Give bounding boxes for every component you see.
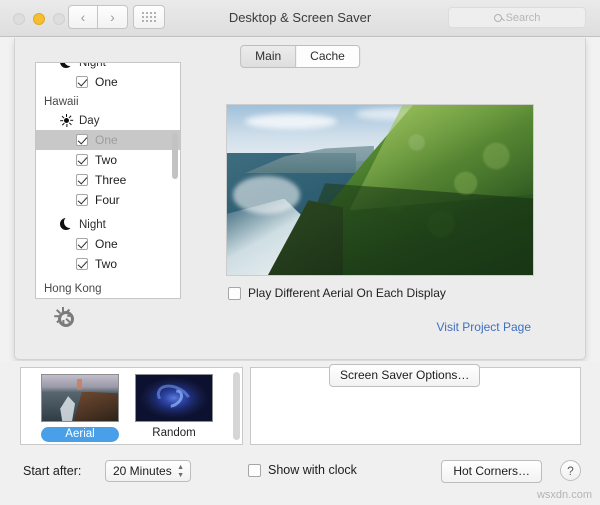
list-item[interactable]: Four: [36, 190, 180, 210]
checkbox-icon[interactable]: [76, 258, 88, 270]
list-item-label: Three: [95, 173, 127, 187]
random-thumbnail-image: [136, 375, 212, 421]
list-subheader-day: Day: [36, 111, 180, 130]
show-with-clock-label: Show with clock: [268, 463, 357, 477]
checkbox-icon[interactable]: [228, 286, 241, 300]
list-scrollbar[interactable]: [172, 133, 178, 179]
checkbox-icon[interactable]: [76, 154, 88, 166]
list-item[interactable]: Two: [36, 150, 180, 170]
search-icon: [493, 13, 502, 22]
list-item[interactable]: One: [36, 234, 180, 254]
list-item-label: One: [95, 75, 118, 89]
screensaver-label-random: Random: [152, 427, 196, 439]
screensaver-options-panel: Screen Saver Options…: [250, 364, 581, 445]
screensaver-bottom-controls: Start after: 20 Minutes ▲ ▼ Show with clo…: [0, 455, 600, 489]
search-input[interactable]: Search: [448, 7, 586, 28]
start-after-value: 20 Minutes: [113, 464, 172, 478]
list-item-label: One: [95, 237, 118, 251]
checkbox-icon[interactable]: [76, 194, 88, 206]
sheet-tabs: Main Cache: [240, 45, 360, 68]
list-item-label: Four: [95, 193, 120, 207]
preview-foliage-texture: [227, 105, 533, 275]
tab-cache[interactable]: Cache: [295, 46, 359, 67]
watermark: wsxdn.com: [536, 489, 592, 501]
video-preview: [226, 104, 534, 276]
list-subheader-label: Day: [79, 114, 100, 127]
checkbox-icon[interactable]: [76, 238, 88, 250]
list-group-hawaii: Hawaii: [44, 96, 79, 108]
visit-project-page-link[interactable]: Visit Project Page: [437, 320, 532, 334]
list-item[interactable]: One: [36, 72, 180, 92]
thumbnail-scrollbar[interactable]: [233, 372, 240, 440]
list-subheader-label: Night: [79, 218, 106, 231]
list-group-hong-kong: Hong Kong: [44, 283, 102, 295]
aerial-settings-sheet: Main Cache Night One Hawaii Day One Two …: [14, 38, 586, 394]
checkbox-icon[interactable]: [76, 134, 88, 146]
search-placeholder: Search: [505, 11, 541, 24]
list-subheader-night: Night: [36, 210, 180, 234]
list-item-selected[interactable]: One: [36, 130, 180, 150]
moon-icon: [60, 63, 73, 69]
list-subheader-night-top: Night: [36, 62, 180, 72]
tab-main[interactable]: Main: [241, 46, 296, 67]
screen-saver-options-button[interactable]: Screen Saver Options…: [329, 364, 481, 387]
list-item[interactable]: Two: [36, 254, 180, 274]
screensaver-item-random[interactable]: Random: [135, 374, 213, 444]
preferences-window: ‹ › Desktop & Screen Saver Search Main C…: [0, 0, 600, 505]
random-thumbnail[interactable]: [135, 374, 213, 422]
list-item-label: One: [95, 133, 118, 147]
aerial-thumbnail-image: [42, 375, 118, 421]
checkbox-icon[interactable]: [248, 463, 261, 477]
list-subheader-label: Night: [79, 62, 106, 69]
aerial-thumbnail[interactable]: [41, 374, 119, 422]
screensaver-thumbnail-list[interactable]: Aerial Random: [20, 367, 243, 445]
video-list[interactable]: Night One Hawaii Day One Two Three Four …: [35, 62, 181, 299]
settings-gear-button[interactable]: [54, 307, 73, 326]
start-after-label: Start after:: [23, 464, 82, 478]
screensaver-item-aerial[interactable]: Aerial: [41, 374, 119, 444]
chevron-updown-icon: ▲ ▼: [177, 464, 184, 479]
list-item[interactable]: Three: [36, 170, 180, 190]
play-different-aerial-label: Play Different Aerial On Each Display: [248, 286, 446, 300]
thumb-bridge: [76, 378, 83, 390]
screensaver-label-aerial: Aerial: [41, 427, 119, 442]
play-different-aerial-checkbox[interactable]: Play Different Aerial On Each Display: [228, 286, 446, 300]
checkbox-icon[interactable]: [76, 76, 88, 88]
help-button[interactable]: ?: [560, 460, 581, 481]
list-item-label: Two: [95, 257, 118, 271]
screensaver-pane: Aerial Random Screen Saver Options… Star…: [0, 361, 600, 505]
start-after-select[interactable]: 20 Minutes ▲ ▼: [105, 460, 191, 482]
video-list-inner: Night One Hawaii Day One Two Three Four …: [36, 62, 180, 298]
sun-icon: [60, 114, 74, 127]
moon-icon: [60, 218, 73, 231]
hot-corners-button[interactable]: Hot Corners…: [441, 460, 542, 483]
show-with-clock-checkbox[interactable]: Show with clock: [248, 463, 357, 477]
checkbox-icon[interactable]: [76, 174, 88, 186]
list-item-label: Two: [95, 153, 118, 167]
window-titlebar: ‹ › Desktop & Screen Saver Search: [0, 0, 600, 37]
